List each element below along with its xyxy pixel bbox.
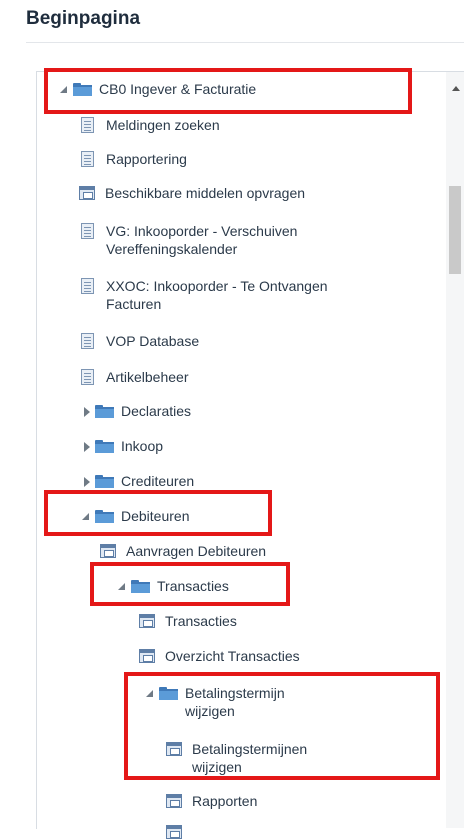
tree-item-label: Beschikbare middelen opvragen (105, 185, 306, 201)
tree-item-label: VOP Database (106, 333, 200, 349)
tree-item-label: Transacties (165, 613, 237, 629)
caret-expanded-icon[interactable] (82, 513, 89, 520)
caret-expanded-icon[interactable] (118, 583, 125, 590)
tree-folder-debiteuren[interactable]: Debiteuren (82, 507, 190, 525)
tree-item-label: XXOC: Inkooporder - Te Ontvangen Facture… (106, 278, 328, 312)
tree-item-beschikbare-middelen[interactable]: Beschikbare middelen opvragen (79, 184, 305, 202)
tree-item-label: Artikelbeheer (106, 369, 189, 385)
document-icon (81, 117, 94, 133)
tree-item-partial[interactable] (166, 823, 192, 839)
document-icon (81, 278, 94, 294)
tree-folder-betalingstermijn[interactable]: Betalingstermijn wijzigen (146, 684, 346, 720)
tree-folder-label: Inkoop (121, 438, 164, 454)
folder-icon (95, 405, 114, 418)
tree-item-rapporten[interactable]: Rapporten (166, 792, 257, 810)
scrollbar-thumb[interactable] (449, 186, 461, 274)
tree-folder-declaraties[interactable]: Declaraties (84, 402, 191, 420)
tree-item-label: Overzicht Transacties (165, 648, 300, 664)
folder-icon (73, 83, 92, 96)
caret-collapsed-icon[interactable] (84, 407, 90, 417)
tree-item-label: Rapporten (192, 793, 258, 809)
tree-item-label: Rapportering (106, 151, 187, 167)
tree-folder-label: Betalingstermijn wijzigen (185, 685, 285, 719)
folder-icon (131, 580, 150, 593)
tree-item-transacties[interactable]: Transacties (139, 612, 237, 630)
caret-expanded-icon[interactable] (146, 690, 153, 697)
tree-item-vop-database[interactable]: VOP Database (81, 332, 199, 350)
document-icon (81, 223, 94, 239)
document-icon (81, 369, 94, 385)
tree-folder-transacties[interactable]: Transacties (118, 577, 229, 595)
form-icon (79, 186, 95, 200)
form-icon (100, 544, 116, 558)
form-icon (166, 794, 182, 808)
form-icon (166, 742, 182, 756)
tree-item-meldingen-zoeken[interactable]: Meldingen zoeken (81, 116, 220, 134)
tree-item-label: Aanvragen Debiteuren (126, 543, 267, 559)
folder-icon (95, 440, 114, 453)
tree-item-artikelbeheer[interactable]: Artikelbeheer (81, 368, 189, 386)
form-icon (166, 825, 182, 839)
folder-icon (95, 475, 114, 488)
caret-expanded-icon[interactable] (60, 86, 67, 93)
tree-item-label: Meldingen zoeken (106, 117, 220, 133)
tree-item-label: Betalingstermijnen wijzigen (192, 741, 308, 775)
caret-collapsed-icon[interactable] (84, 442, 90, 452)
scroll-up-icon[interactable] (452, 86, 460, 91)
form-icon (139, 614, 155, 628)
document-icon (81, 333, 94, 349)
tree-folder-label: Debiteuren (121, 508, 190, 524)
folder-icon (95, 510, 114, 523)
tree-folder-inkoop[interactable]: Inkoop (84, 437, 163, 455)
tree-folder-cb0[interactable]: CB0 Ingever & Facturatie (60, 80, 256, 98)
tree-item-label: VG: Inkooporder - Verschuiven Vereffenin… (106, 223, 298, 257)
tree-item-xxoc-inkooporder[interactable]: XXOC: Inkooporder - Te Ontvangen Facture… (81, 277, 381, 313)
caret-collapsed-icon[interactable] (84, 477, 90, 487)
tree-folder-label: Crediteuren (121, 473, 195, 489)
tree-item-overzicht-transacties[interactable]: Overzicht Transacties (139, 647, 300, 665)
page-title: Beginpagina (26, 8, 141, 29)
tree-folder-label: Declaraties (121, 403, 192, 419)
folder-icon (159, 687, 178, 700)
tree-item-betalingstermijnen-wijzigen[interactable]: Betalingstermijnen wijzigen (166, 740, 366, 776)
form-icon (139, 649, 155, 663)
tree-folder-crediteuren[interactable]: Crediteuren (84, 472, 194, 490)
tree-folder-label: CB0 Ingever & Facturatie (99, 81, 257, 97)
tree-item-aanvragen-debiteuren[interactable]: Aanvragen Debiteuren (100, 542, 266, 560)
tree-item-rapportering[interactable]: Rapportering (81, 150, 187, 168)
tree-folder-label: Transacties (157, 578, 229, 594)
document-icon (81, 151, 94, 167)
title-divider (26, 42, 464, 43)
tree-item-vg-inkooporder[interactable]: VG: Inkooporder - Verschuiven Vereffenin… (81, 222, 381, 258)
